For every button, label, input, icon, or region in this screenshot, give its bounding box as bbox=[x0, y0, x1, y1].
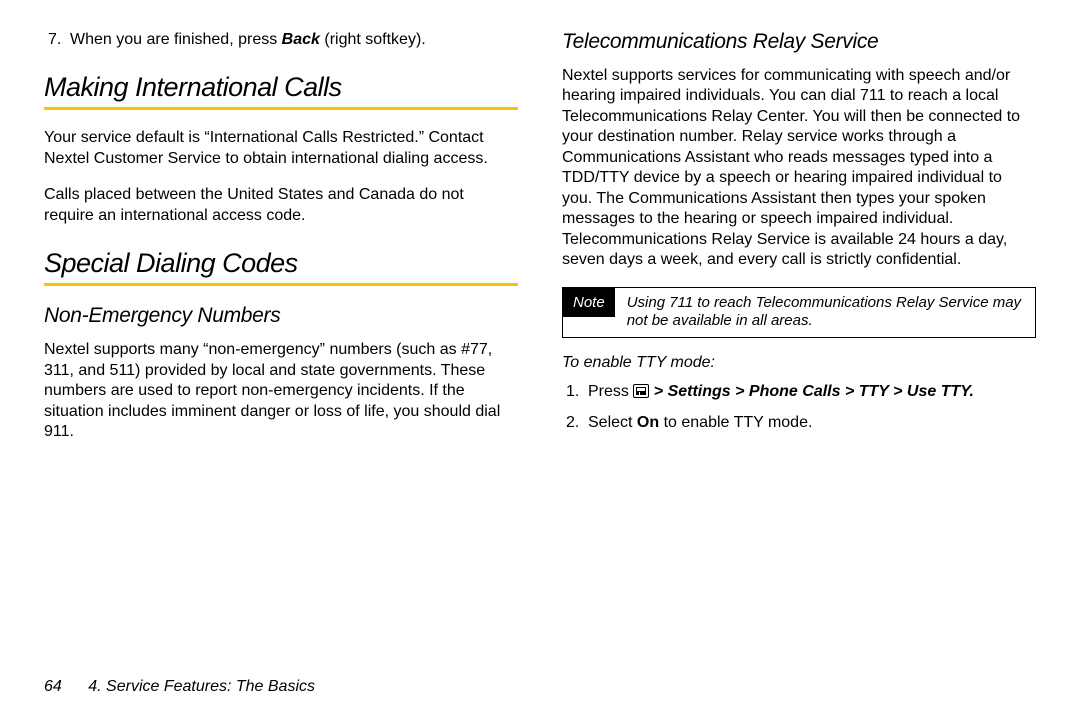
step-number: 1. bbox=[566, 382, 579, 402]
step-7: 7. When you are finished, press Back (ri… bbox=[44, 30, 518, 50]
step-text-post: (right softkey). bbox=[320, 31, 426, 48]
page-footer: 64 4. Service Features: The Basics bbox=[44, 678, 1036, 696]
note-label: Note bbox=[563, 288, 615, 317]
step-text-pre: Select bbox=[588, 414, 637, 431]
menu-path: > Settings > Phone Calls > TTY > Use TTY… bbox=[649, 383, 974, 400]
menu-grid-icon bbox=[633, 384, 649, 398]
step-text-pre: When you are finished, press bbox=[70, 31, 282, 48]
tty-enable-label: To enable TTY mode: bbox=[562, 354, 1036, 372]
heading-special-dialing-codes: Special Dialing Codes bbox=[44, 248, 518, 286]
heading-international-calls: Making International Calls bbox=[44, 72, 518, 110]
tty-step-2: 2. Select On to enable TTY mode. bbox=[562, 413, 1036, 433]
note-box: Note Using 711 to reach Telecommunicatio… bbox=[562, 287, 1036, 339]
chapter-title: 4. Service Features: The Basics bbox=[88, 678, 315, 695]
paragraph-relay: Nextel supports services for communicati… bbox=[562, 66, 1036, 271]
subheading-non-emergency: Non-Emergency Numbers bbox=[44, 304, 518, 328]
step-text-pre: Press bbox=[588, 383, 633, 400]
back-softkey-label: Back bbox=[282, 31, 320, 48]
left-column: 7. When you are finished, press Back (ri… bbox=[44, 30, 518, 660]
step-number: 7. bbox=[48, 30, 61, 50]
step-number: 2. bbox=[566, 413, 579, 433]
tty-step-1: 1. Press > Settings > Phone Calls > TTY … bbox=[562, 382, 1036, 402]
subheading-relay-service: Telecommunications Relay Service bbox=[562, 30, 1036, 54]
paragraph-intl-2: Calls placed between the United States a… bbox=[44, 185, 518, 226]
page-number: 64 bbox=[44, 678, 62, 696]
two-column-layout: 7. When you are finished, press Back (ri… bbox=[44, 30, 1036, 660]
paragraph-intl-1: Your service default is “International C… bbox=[44, 128, 518, 169]
note-text: Using 711 to reach Telecommunications Re… bbox=[615, 288, 1035, 338]
on-option: On bbox=[637, 414, 659, 431]
right-column: Telecommunications Relay Service Nextel … bbox=[562, 30, 1036, 660]
step-text-post: to enable TTY mode. bbox=[659, 414, 812, 431]
paragraph-non-emergency: Nextel supports many “non-emergency” num… bbox=[44, 340, 518, 442]
